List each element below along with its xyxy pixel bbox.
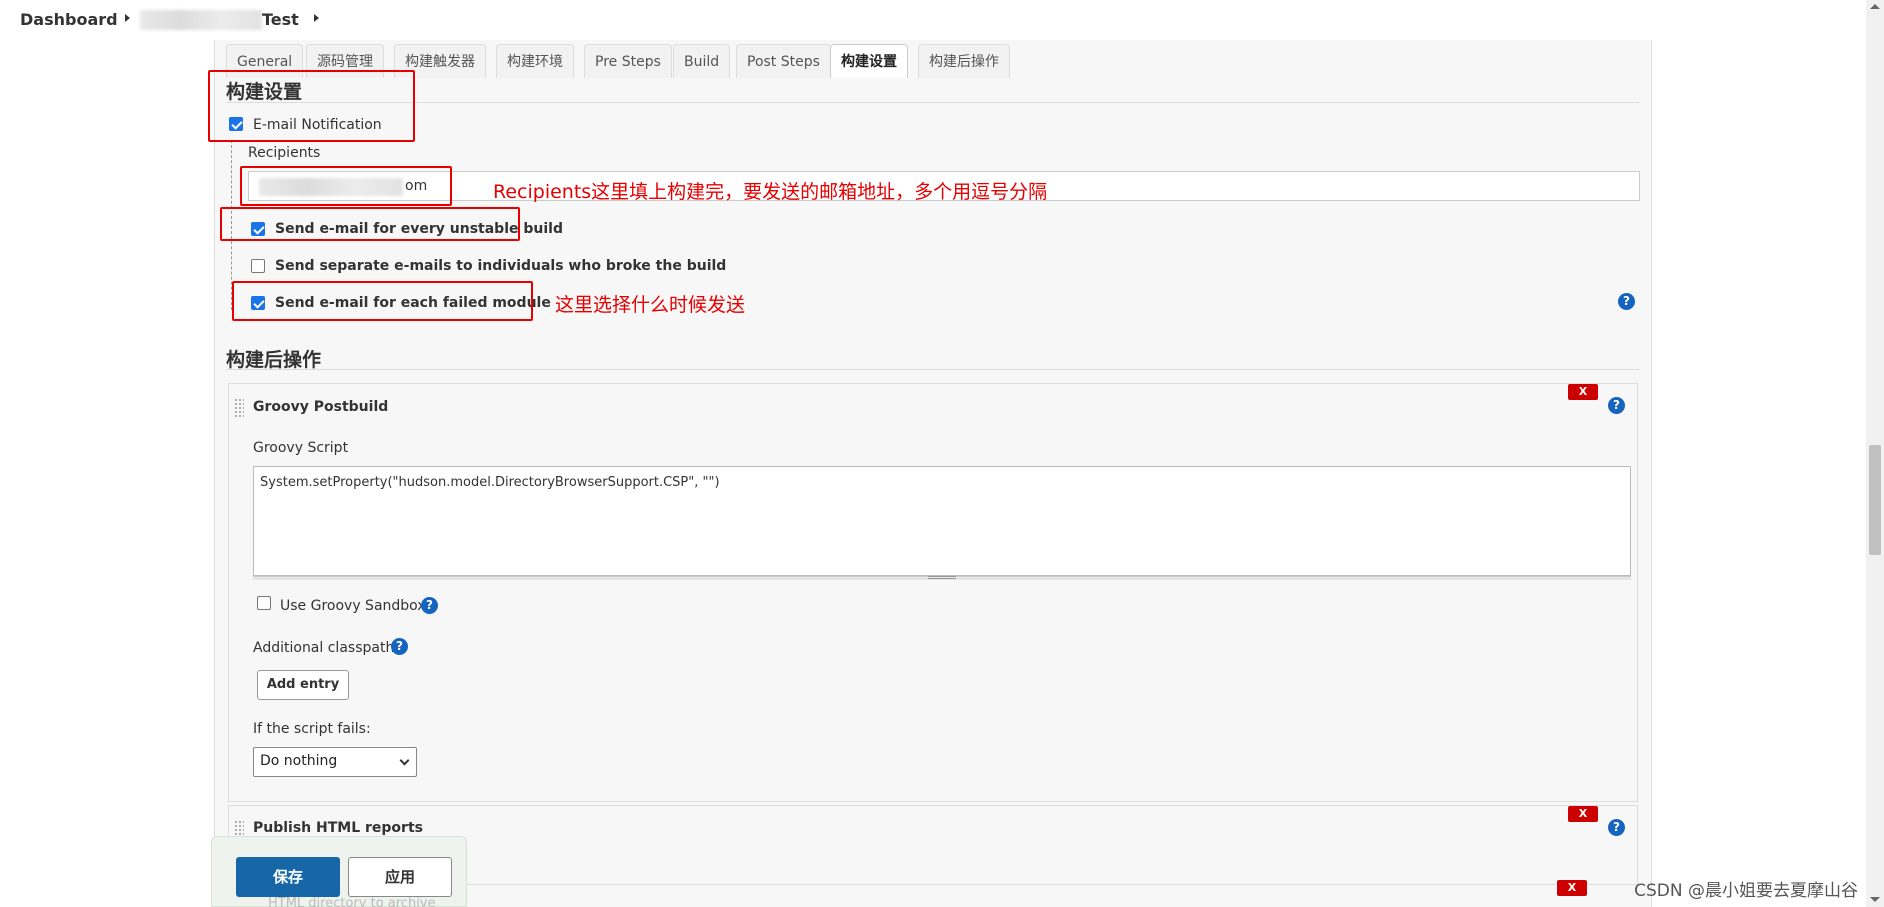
annotation-box bbox=[208, 70, 415, 142]
annotation-box bbox=[240, 166, 452, 206]
if-fails-selected: Do nothing bbox=[260, 753, 338, 769]
delete-step-button[interactable]: X bbox=[1568, 806, 1598, 822]
tab-pre-steps[interactable]: Pre Steps bbox=[584, 44, 672, 78]
apply-button[interactable]: 应用 bbox=[348, 857, 452, 897]
tab-build[interactable]: Build bbox=[673, 44, 731, 78]
divider bbox=[226, 369, 1639, 370]
breadcrumb-chevron-icon[interactable] bbox=[314, 14, 319, 22]
add-entry-button[interactable]: Add entry bbox=[257, 670, 349, 700]
post-build-title: 构建后操作 bbox=[226, 349, 322, 371]
groovy-sandbox-checkbox[interactable] bbox=[257, 596, 271, 610]
recipients-label: Recipients bbox=[248, 145, 321, 161]
save-button[interactable]: 保存 bbox=[236, 857, 340, 897]
html-directory-label: HTML directory to archive bbox=[268, 896, 436, 907]
breadcrumb-chevron-icon[interactable] bbox=[125, 14, 130, 22]
groovy-postbuild-title: Groovy Postbuild bbox=[253, 399, 389, 415]
publish-html-title: Publish HTML reports bbox=[253, 820, 423, 836]
breadcrumb-job[interactable]: Test bbox=[262, 10, 299, 29]
divider bbox=[226, 102, 1639, 103]
recipients-annotation: Recipients这里填上构建完，要发送的邮箱地址，多个用逗号分隔 bbox=[493, 181, 1048, 203]
breadcrumb-dashboard[interactable]: Dashboard bbox=[20, 10, 118, 29]
tab-post-steps[interactable]: Post Steps bbox=[736, 44, 831, 78]
delete-step-button[interactable]: X bbox=[1557, 880, 1587, 896]
help-icon[interactable]: ? bbox=[1618, 293, 1635, 310]
if-fails-select[interactable]: Do nothing bbox=[253, 747, 417, 777]
separate-emails-checkbox[interactable] bbox=[251, 259, 265, 273]
scrollbar-thumb[interactable] bbox=[1869, 445, 1881, 555]
redacted-job-name bbox=[140, 10, 262, 30]
classpath-label: Additional classpath bbox=[253, 640, 395, 656]
tab-build-env[interactable]: 构建环境 bbox=[496, 44, 574, 78]
annotation-box bbox=[232, 281, 533, 321]
annotation-box bbox=[220, 207, 520, 241]
groovy-postbuild-step bbox=[228, 383, 1638, 802]
when-annotation: 这里选择什么时候发送 bbox=[555, 294, 746, 316]
watermark: CSDN @晨小姐要去夏摩山谷 bbox=[1634, 881, 1858, 901]
groovy-sandbox-label: Use Groovy Sandbox bbox=[280, 598, 426, 614]
scroll-down-icon[interactable] bbox=[1870, 897, 1880, 902]
groovy-script-label: Groovy Script bbox=[253, 440, 349, 456]
groovy-script-editor[interactable]: System.setProperty("hudson.model.Directo… bbox=[253, 466, 1631, 576]
help-icon[interactable]: ? bbox=[421, 597, 438, 614]
separate-emails-label: Send separate e-mails to individuals who… bbox=[275, 258, 727, 274]
chevron-down-icon bbox=[399, 755, 410, 766]
help-icon[interactable]: ? bbox=[1608, 397, 1625, 414]
help-icon[interactable]: ? bbox=[391, 638, 408, 655]
drag-handle-icon[interactable] bbox=[234, 398, 244, 418]
if-fails-label: If the script fails: bbox=[253, 721, 371, 737]
tab-build-settings[interactable]: 构建设置 bbox=[830, 44, 908, 78]
tab-post-build[interactable]: 构建后操作 bbox=[918, 44, 1010, 78]
scroll-up-icon[interactable] bbox=[1870, 4, 1880, 9]
delete-step-button[interactable]: X bbox=[1568, 384, 1598, 400]
breadcrumb-bar: Dashboard Test bbox=[0, 0, 1866, 40]
help-icon[interactable]: ? bbox=[1608, 819, 1625, 836]
resize-grip-icon[interactable] bbox=[928, 576, 956, 579]
